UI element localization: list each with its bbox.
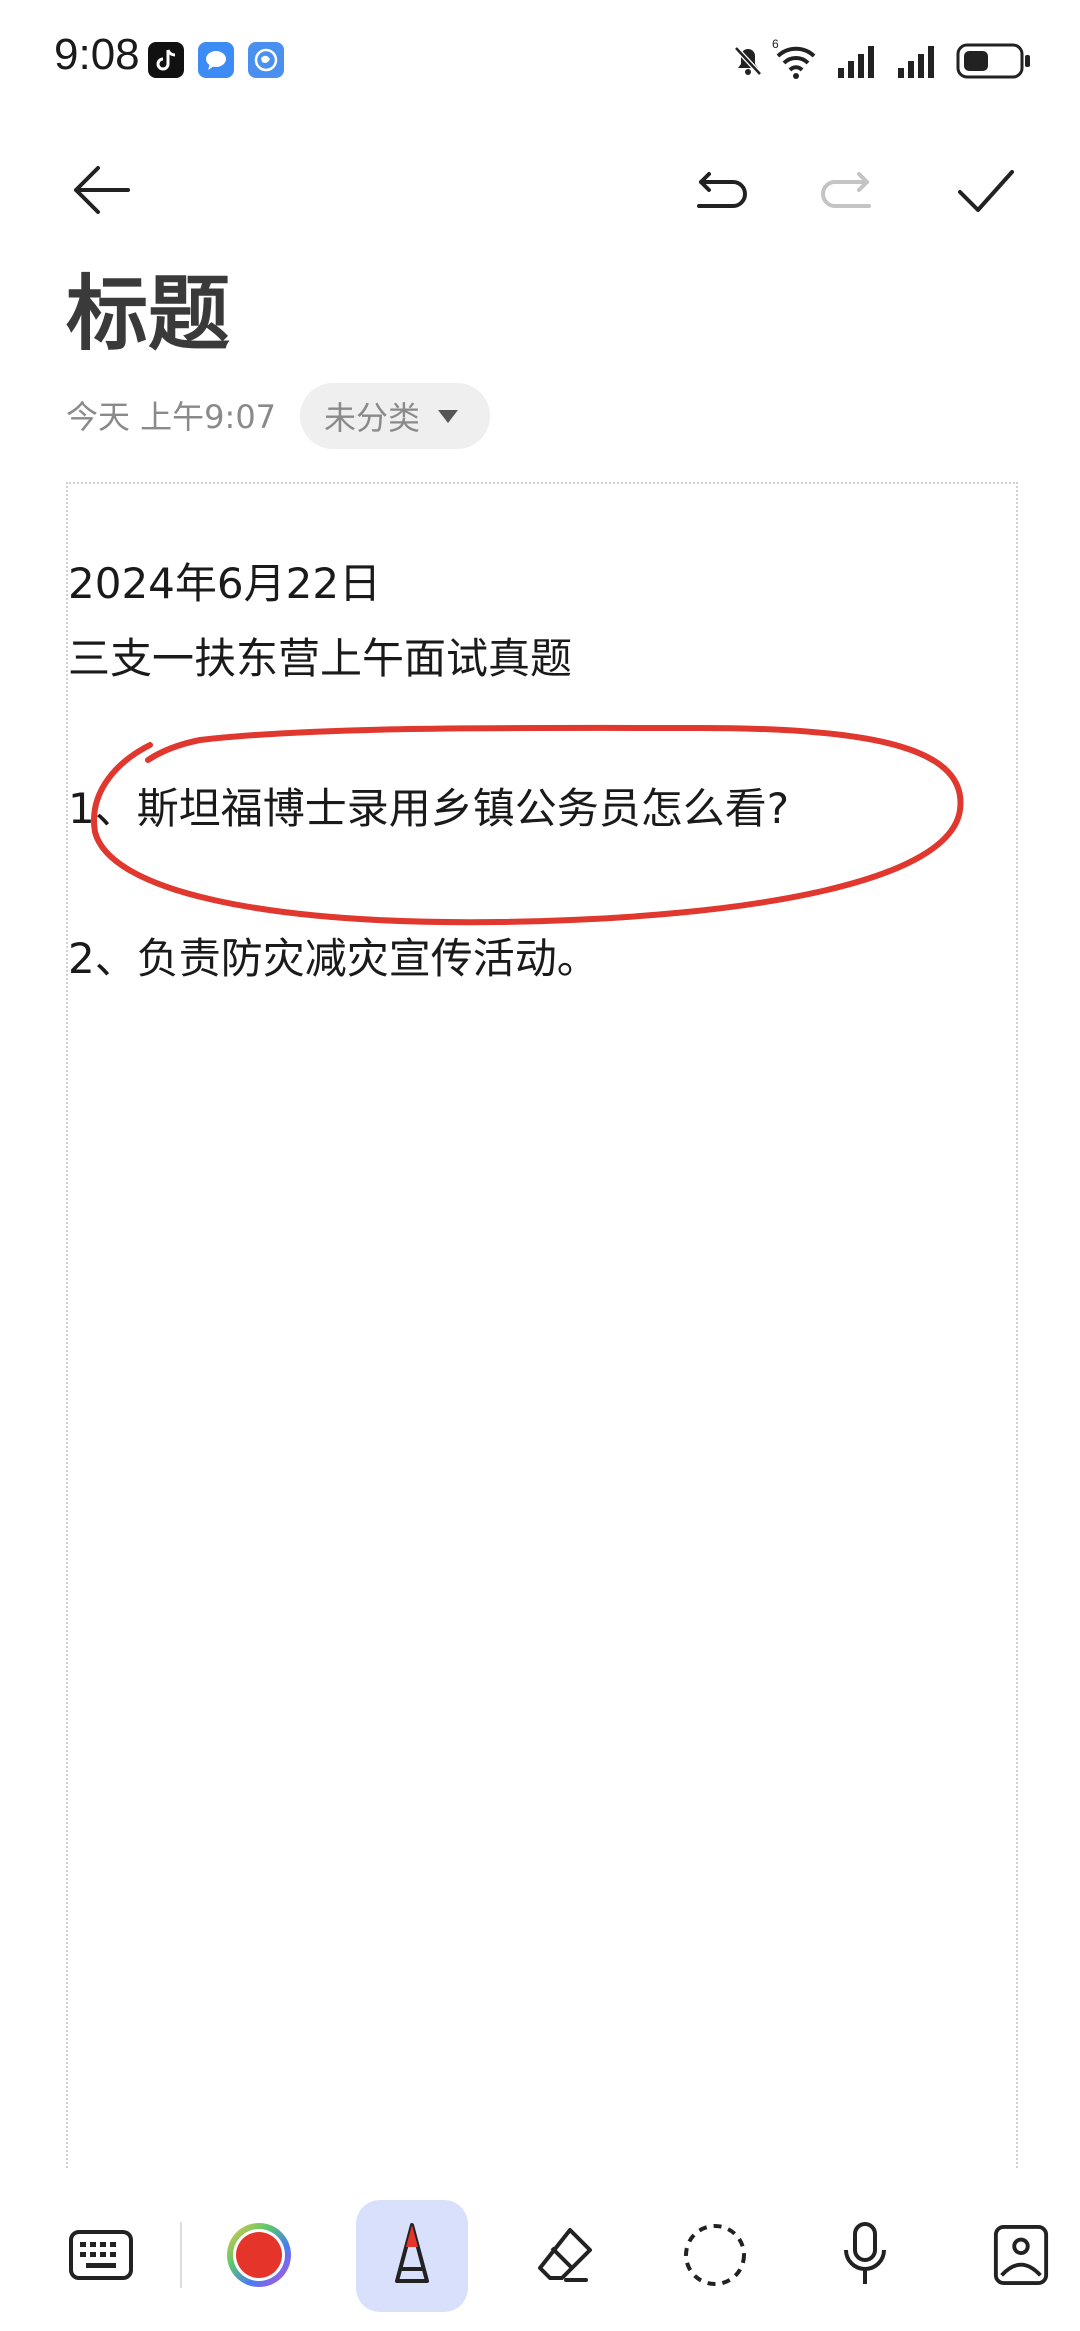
eraser-icon	[538, 2228, 592, 2282]
toolbar-divider	[180, 2222, 182, 2288]
lasso-button[interactable]	[660, 2200, 770, 2310]
microphone-icon	[844, 2222, 886, 2284]
image-button[interactable]	[970, 2200, 1050, 2310]
pen-tool-button[interactable]	[356, 2200, 468, 2312]
pen-icon	[395, 2223, 429, 2283]
keyboard-button[interactable]	[46, 2200, 156, 2310]
color-picker-button[interactable]	[204, 2200, 314, 2310]
lasso-icon	[684, 2224, 746, 2286]
voice-button[interactable]	[810, 2200, 920, 2310]
red-ink-circle-annotation	[91, 724, 964, 926]
keyboard-icon	[69, 2230, 133, 2280]
eraser-button[interactable]	[510, 2200, 620, 2310]
image-icon	[993, 2225, 1049, 2285]
color-picker-icon	[227, 2223, 291, 2287]
